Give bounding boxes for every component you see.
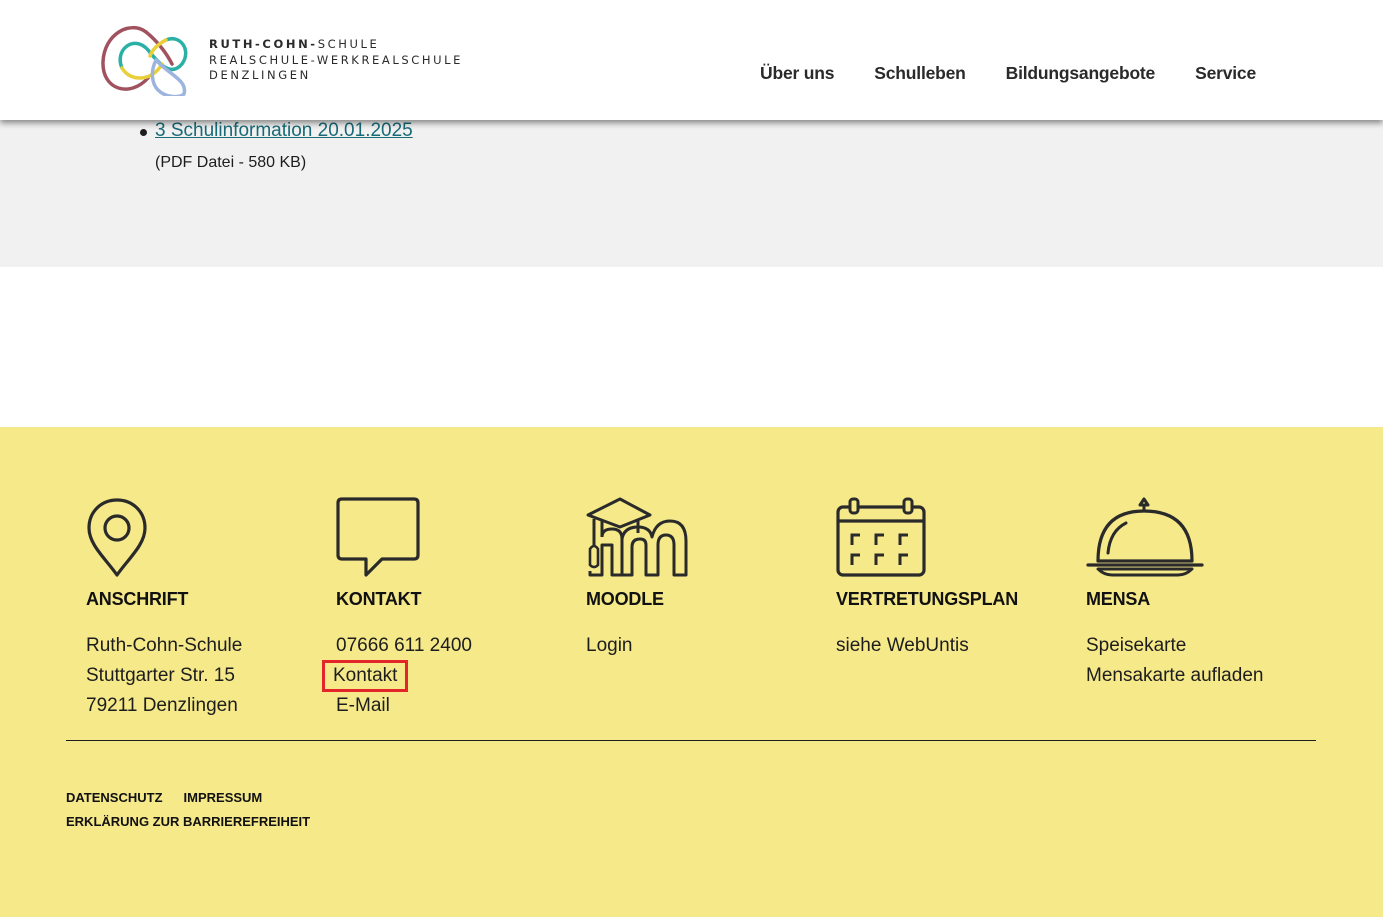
footer-lines-moodle: Login bbox=[586, 631, 633, 661]
logo-line1-rest: SCHULE bbox=[317, 37, 380, 51]
footer-legal-links: DATENSCHUTZ IMPRESSUM ERKLÄRUNG ZUR BARR… bbox=[66, 786, 310, 834]
phone-link[interactable]: 07666 611 2400 bbox=[336, 631, 472, 661]
footer-lines-anschrift: Ruth-Cohn-Schule Stuttgarter Str. 15 792… bbox=[86, 631, 242, 721]
calendar-icon bbox=[836, 497, 1066, 577]
footer-lines-mensa: Speisekarte Mensakarte aufladen bbox=[1086, 631, 1263, 691]
logo-line3: DENZLINGEN bbox=[209, 68, 311, 82]
nav-item-service[interactable]: Service bbox=[1195, 63, 1256, 84]
moodle-login-link[interactable]: Login bbox=[586, 631, 633, 661]
address-line: Ruth-Cohn-Schule bbox=[86, 635, 243, 656]
footer-title-kontakt: KONTAKT bbox=[336, 589, 422, 609]
footer-lines-vertretungsplan: siehe WebUntis bbox=[836, 631, 969, 661]
footer-divider bbox=[66, 740, 1316, 741]
address-line: Stuttgarter Str. 15 bbox=[86, 665, 235, 686]
school-name[interactable]: RUTH-COHN-SCHULE REALSCHULE-WERKREALSCHU… bbox=[209, 37, 463, 84]
site-footer: ANSCHRIFT Ruth-Cohn-Schule Stuttgarter S… bbox=[0, 427, 1383, 917]
footer-title-moodle: MOODLE bbox=[586, 589, 664, 609]
document-meta: (PDF Datei - 580 KB) bbox=[155, 154, 307, 171]
nav-item-ueber-uns[interactable]: Über uns bbox=[760, 63, 834, 84]
location-pin-icon bbox=[86, 497, 316, 577]
webuntis-link[interactable]: siehe WebUntis bbox=[836, 631, 969, 661]
barrierefreiheit-link[interactable]: ERKLÄRUNG ZUR BARRIEREFREIHEIT bbox=[66, 810, 310, 834]
school-logo-icon[interactable] bbox=[100, 20, 192, 99]
footer-lines-kontakt: 07666 611 2400 Kontakt E-Mail bbox=[321, 631, 472, 721]
cloche-icon bbox=[1086, 497, 1316, 577]
logo-line1-bold: RUTH-COHN- bbox=[209, 37, 318, 51]
main-nav: Über uns Schulleben Bildungsangebote Ser… bbox=[760, 63, 1256, 84]
footer-column-moodle: MOODLE Login bbox=[586, 497, 816, 656]
footer-title-anschrift: ANSCHRIFT bbox=[86, 589, 189, 609]
moodle-icon bbox=[586, 497, 816, 577]
email-link[interactable]: E-Mail bbox=[336, 691, 472, 721]
content-section: 3 Schulinformation 20.01.2025 (PDF Datei… bbox=[0, 120, 1383, 267]
bullet-icon bbox=[140, 129, 147, 136]
datenschutz-link[interactable]: DATENSCHUTZ bbox=[66, 786, 163, 810]
address-line: 79211 Denzlingen bbox=[86, 695, 238, 716]
site-header: RUTH-COHN-SCHULE REALSCHULE-WERKREALSCHU… bbox=[0, 0, 1383, 120]
footer-column-mensa: MENSA Speisekarte Mensakarte aufladen bbox=[1086, 497, 1316, 686]
logo-line2: REALSCHULE-WERKREALSCHULE bbox=[209, 52, 464, 67]
impressum-link[interactable]: IMPRESSUM bbox=[184, 786, 263, 810]
mensakarte-aufladen-link[interactable]: Mensakarte aufladen bbox=[1086, 661, 1263, 691]
footer-column-kontakt: KONTAKT 07666 611 2400 Kontakt E-Mail bbox=[321, 497, 566, 716]
speisekarte-link[interactable]: Speisekarte bbox=[1086, 631, 1263, 661]
nav-item-bildungsangebote[interactable]: Bildungsangebote bbox=[1006, 63, 1156, 84]
kontakt-link[interactable]: Kontakt bbox=[321, 660, 409, 692]
footer-title-vertretungsplan: VERTRETUNGSPLAN bbox=[836, 589, 1019, 609]
speech-bubble-icon bbox=[336, 497, 566, 577]
footer-title-mensa: MENSA bbox=[1086, 589, 1151, 609]
footer-column-anschrift: ANSCHRIFT Ruth-Cohn-Schule Stuttgarter S… bbox=[86, 497, 316, 716]
nav-item-schulleben[interactable]: Schulleben bbox=[874, 63, 966, 84]
document-link[interactable]: 3 Schulinformation 20.01.2025 bbox=[155, 120, 413, 142]
footer-column-vertretungsplan: VERTRETUNGSPLAN siehe WebUntis bbox=[836, 497, 1066, 656]
